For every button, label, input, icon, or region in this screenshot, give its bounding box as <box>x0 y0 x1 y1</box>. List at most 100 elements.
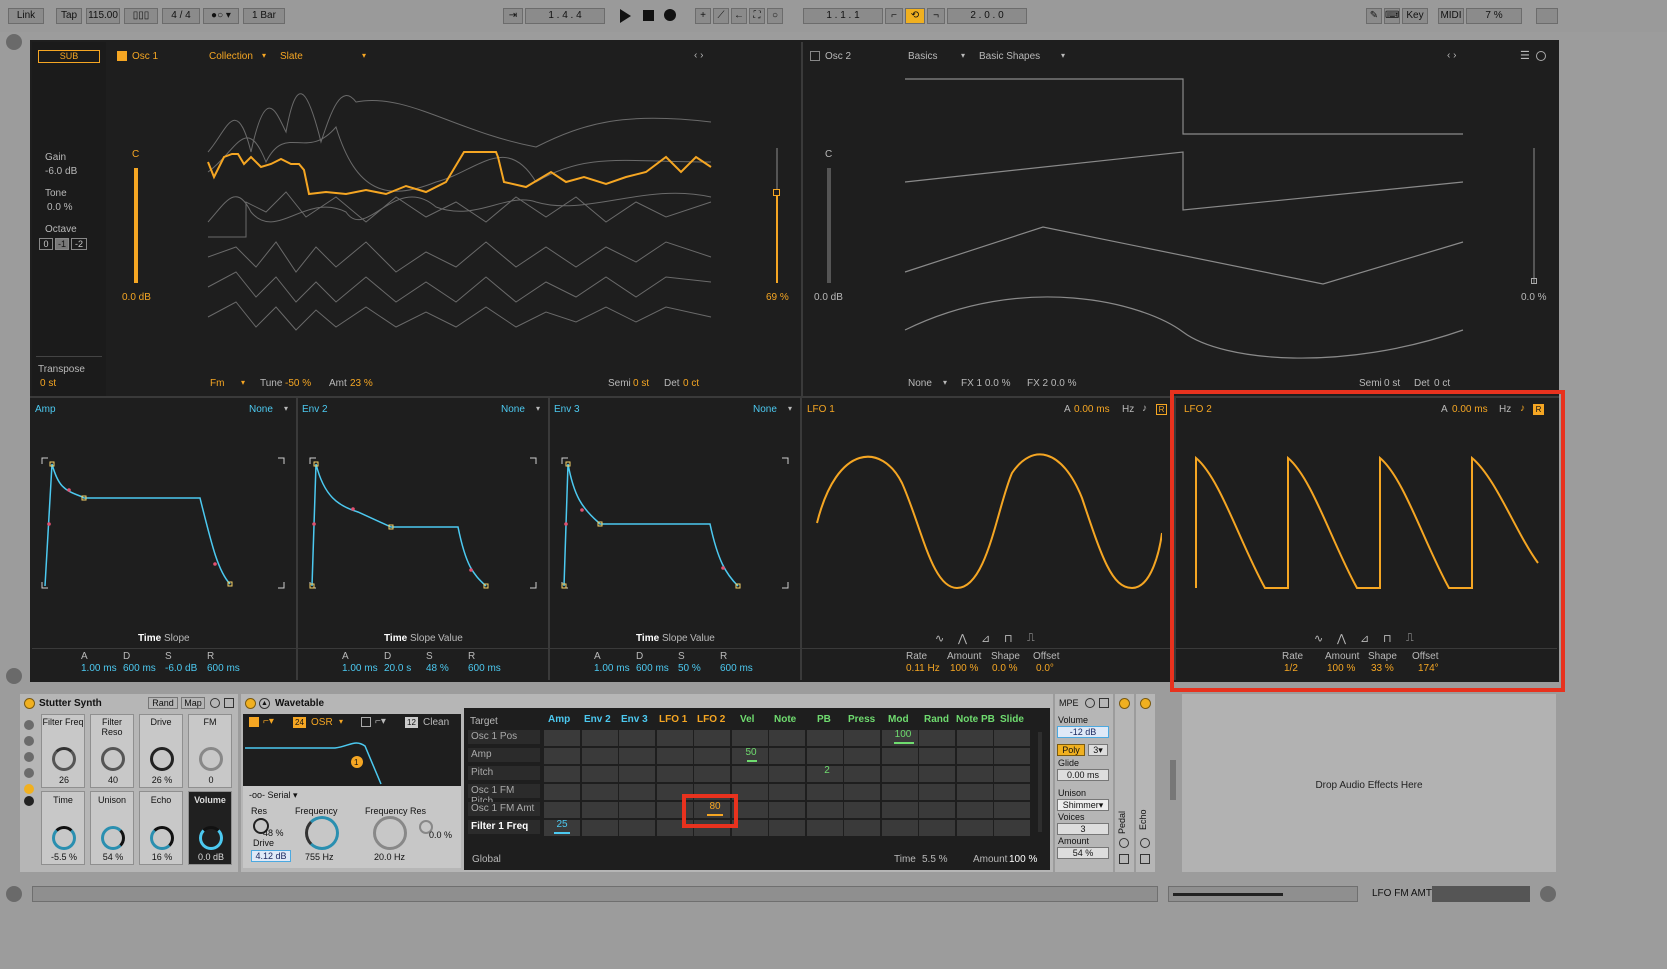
lfo-shape-saw-icon[interactable]: ⊿ <box>981 632 990 645</box>
env3-mode-value[interactable]: Value <box>690 633 715 644</box>
env3-release-value[interactable]: 600 ms <box>720 663 753 674</box>
osc1-position-slider[interactable] <box>776 192 778 283</box>
matrix-cell[interactable] <box>769 748 805 764</box>
osc2-fx-mode-select[interactable]: None <box>908 378 932 389</box>
matrix-cell[interactable] <box>656 730 693 746</box>
loop-start-field[interactable]: 1 . 1 . 1 <box>803 8 883 24</box>
env3-mode-time[interactable]: Time <box>636 633 659 644</box>
macro-fm[interactable]: FM 0 <box>188 714 232 788</box>
matrix-cell[interactable] <box>919 820 955 836</box>
matrix-cell[interactable] <box>881 748 918 764</box>
macro-volume[interactable]: Volume 0.0 dB <box>188 791 232 865</box>
rack-remove-icon[interactable] <box>24 752 34 762</box>
macro-knob[interactable] <box>52 747 76 771</box>
filter2-slope[interactable]: 12 <box>405 717 418 728</box>
matrix-row-osc1-fm-amt[interactable]: Osc 1 FM Amt <box>468 802 540 816</box>
lfo1-shape-value[interactable]: 0.0 % <box>992 663 1018 674</box>
matrix-cell[interactable] <box>619 766 655 782</box>
lfo1-amount-value[interactable]: 100 % <box>950 663 978 674</box>
osc1-tune-value[interactable]: -50 % <box>285 378 311 389</box>
loop-length-field[interactable]: 2 . 0 . 0 <box>947 8 1027 24</box>
matrix-cell[interactable] <box>994 748 1030 764</box>
echo-save-icon[interactable] <box>1140 854 1150 864</box>
pedal-device[interactable]: Pedal <box>1115 694 1134 872</box>
record-icon[interactable] <box>664 9 676 21</box>
matrix-row-osc1-pos[interactable]: Osc 1 Pos <box>468 730 540 744</box>
matrix-cell[interactable] <box>769 730 805 746</box>
chevron-down-icon[interactable]: ▾ <box>362 51 366 60</box>
tempo-field[interactable]: 115.00 <box>86 8 120 24</box>
lfo1-waveform[interactable] <box>812 448 1162 598</box>
matrix-cell[interactable] <box>881 766 918 782</box>
env2-release-value[interactable]: 600 ms <box>468 663 501 674</box>
rack-map-button[interactable]: Map <box>181 697 205 709</box>
env2-sustain-value[interactable]: 48 % <box>426 663 449 674</box>
macro-knob[interactable] <box>199 747 223 771</box>
matrix-cell[interactable] <box>881 784 918 800</box>
env2-attack-value[interactable]: 1.00 ms <box>342 663 378 674</box>
capture-icon[interactable]: ⛶ <box>749 8 765 24</box>
matrix-cell[interactable] <box>919 730 955 746</box>
mpe-settings-icon[interactable] <box>1085 698 1095 708</box>
env2-decay-value[interactable]: 20.0 s <box>384 663 411 674</box>
matrix-cell[interactable] <box>694 766 730 782</box>
macro-knob[interactable] <box>150 747 174 771</box>
matrix-cell[interactable] <box>619 820 655 836</box>
amp-env-attack-value[interactable]: 1.00 ms <box>81 663 117 674</box>
lfo-shape-sine-icon[interactable]: ∿ <box>935 632 944 645</box>
matrix-row-amp[interactable]: Amp <box>468 748 540 762</box>
matrix-time-value[interactable]: 5.5 % <box>922 854 948 865</box>
env2-envelope-graph[interactable] <box>308 456 540 592</box>
amount-value[interactable]: 54 % <box>1057 847 1109 859</box>
osc2-toggle[interactable] <box>810 51 820 61</box>
osc1-level-slider[interactable] <box>134 168 138 283</box>
matrix-cell[interactable] <box>844 766 880 782</box>
expand-circle-icon[interactable] <box>1536 51 1546 61</box>
octave-0-button[interactable]: 0 <box>39 238 53 250</box>
chevron-down-icon[interactable]: ▾ <box>961 51 965 60</box>
echo-device[interactable]: Echo <box>1136 694 1155 872</box>
env2-slope-select[interactable]: None <box>501 404 525 415</box>
matrix-cell[interactable] <box>581 766 618 782</box>
status-up-icon[interactable] <box>1540 886 1556 902</box>
re-enable-automation-icon[interactable]: ← <box>731 8 747 24</box>
matrix-cell[interactable] <box>581 784 618 800</box>
matrix-cell[interactable] <box>544 748 580 764</box>
matrix-cell[interactable] <box>769 820 805 836</box>
osc1-amt-value[interactable]: 23 % <box>350 378 373 389</box>
matrix-cell[interactable] <box>806 730 843 746</box>
osc2-semi-value[interactable]: 0 st <box>1384 378 1400 389</box>
filter1-slope[interactable]: 24 <box>293 717 306 728</box>
transpose-value[interactable]: 0 st <box>40 378 56 389</box>
chevron-down-icon[interactable]: ▾ <box>262 51 266 60</box>
matrix-cell[interactable] <box>806 748 843 764</box>
osc1-wavetable-select[interactable]: Slate <box>280 51 303 62</box>
matrix-cell[interactable] <box>844 784 880 800</box>
osc2-position-handle[interactable] <box>1531 278 1537 284</box>
matrix-cell[interactable] <box>619 784 655 800</box>
matrix-cell[interactable] <box>956 820 993 836</box>
env3-decay-value[interactable]: 600 ms <box>636 663 669 674</box>
macro-knob[interactable] <box>101 826 125 850</box>
amp-env-sustain-value[interactable]: -6.0 dB <box>165 663 197 674</box>
amp-env-release-value[interactable]: 600 ms <box>207 663 240 674</box>
lfo1-rate-value[interactable]: 0.11 Hz <box>906 663 940 674</box>
matrix-cell[interactable] <box>656 748 693 764</box>
routing-select[interactable]: -oo- Serial ▾ <box>249 790 298 801</box>
rack-menu-icon[interactable] <box>24 796 34 806</box>
key-map-button[interactable]: Key <box>1402 8 1428 24</box>
matrix-cell[interactable] <box>956 766 993 782</box>
matrix-cell[interactable] <box>919 748 955 764</box>
midi-map-button[interactable]: MIDI <box>1438 8 1464 24</box>
chevron-down-icon[interactable]: ▾ <box>241 378 245 387</box>
punch-out-icon[interactable]: ¬ <box>927 8 945 24</box>
matrix-cell[interactable] <box>844 820 880 836</box>
matrix-cell[interactable] <box>994 784 1030 800</box>
sub-tone-value[interactable]: 0.0 % <box>47 202 73 213</box>
env3-attack-value[interactable]: 1.00 ms <box>594 663 630 674</box>
matrix-cell[interactable] <box>956 748 993 764</box>
collapse-device-icon[interactable]: ▲ <box>259 698 270 709</box>
matrix-cell[interactable] <box>994 820 1030 836</box>
matrix-cell[interactable] <box>956 802 993 818</box>
circuit-select[interactable]: Clean <box>423 717 449 728</box>
